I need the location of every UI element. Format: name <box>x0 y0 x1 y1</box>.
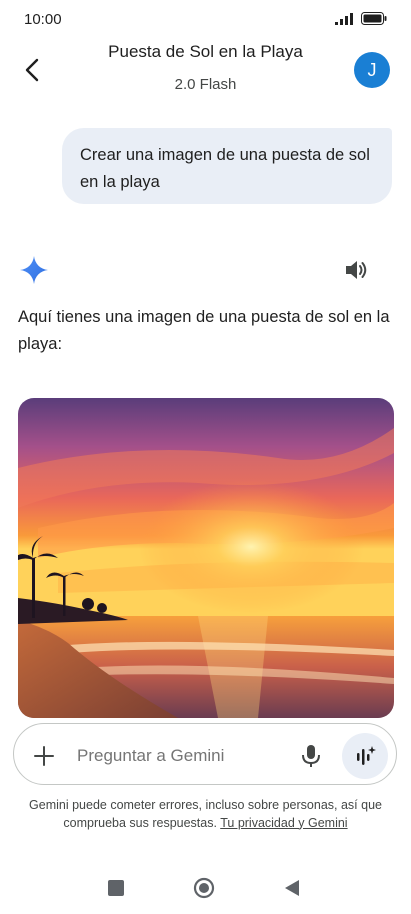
plus-icon <box>34 746 54 766</box>
model-label[interactable]: 2.0 Flash <box>0 76 411 93</box>
avatar[interactable]: J <box>354 52 390 88</box>
prompt-input[interactable] <box>77 745 277 767</box>
speaker-icon[interactable] <box>343 257 369 283</box>
disclaimer: Gemini puede cometer errores, incluso so… <box>20 797 391 832</box>
response-text: Aquí tienes una imagen de una puesta de … <box>18 308 390 353</box>
signal-icon <box>335 12 353 25</box>
live-waveform-icon <box>357 746 376 765</box>
mic-icon[interactable] <box>296 741 326 771</box>
sunset-beach-image <box>18 398 394 718</box>
status-icons <box>335 12 387 25</box>
generated-image[interactable] <box>18 398 394 718</box>
home-button[interactable] <box>193 877 215 899</box>
status-time: 10:00 <box>24 11 62 28</box>
conversation-title: Puesta de Sol en la Playa <box>108 42 303 61</box>
privacy-link[interactable]: Tu privacidad y Gemini <box>220 816 347 830</box>
system-back-button[interactable] <box>282 878 302 898</box>
battery-icon <box>361 12 387 25</box>
add-attachment-button[interactable] <box>28 740 60 772</box>
recents-button[interactable] <box>108 880 124 896</box>
live-mode-button[interactable] <box>342 733 388 779</box>
gemini-sparkle-icon <box>20 256 48 284</box>
user-message-bubble: Crear una imagen de una puesta de sol en… <box>62 128 392 204</box>
